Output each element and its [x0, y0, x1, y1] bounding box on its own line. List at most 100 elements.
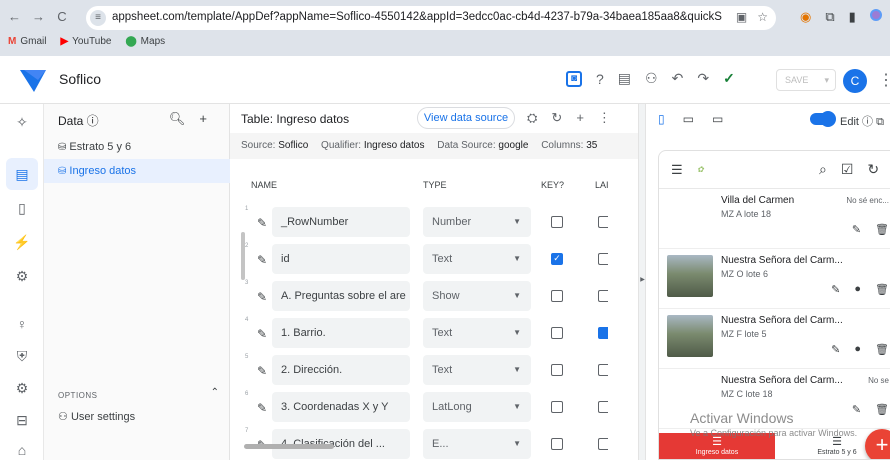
edit-pencil-icon[interactable]: ✎ — [257, 290, 267, 304]
edit-pencil-icon[interactable]: ✎ — [257, 364, 267, 378]
bookmark-maps[interactable]: ⬤ Maps — [125, 36, 165, 47]
delete-icon[interactable]: 🗑︎ — [875, 223, 889, 236]
settings-nav-icon[interactable]: ⚙ — [6, 372, 38, 404]
search-icon[interactable]: 🔍︎ — [169, 111, 186, 127]
column-row[interactable]: 5 ✎ 2. Dirección. Text ▼ — [240, 354, 638, 390]
more-vert-icon[interactable]: ⋮ — [598, 110, 611, 126]
chevron-up-icon[interactable]: ⌃ — [211, 387, 219, 398]
views-nav-icon[interactable]: ▯ — [6, 192, 38, 224]
bookmark-star-icon[interactable]: ☆ — [757, 10, 768, 24]
puzzle-icon[interactable]: ⧉ — [825, 9, 834, 25]
manage-nav-icon[interactable]: ⊟ — [6, 404, 38, 436]
view-data-source-button[interactable]: View data source — [417, 107, 515, 129]
column-type-select[interactable]: Text ▼ — [423, 318, 531, 348]
key-checkbox[interactable] — [551, 327, 563, 339]
edit-icon[interactable]: ✎ — [831, 343, 840, 356]
table-item-ingreso-datos[interactable]: ⛁ Ingreso datos — [44, 159, 230, 183]
extension-icon[interactable]: ◉ — [800, 9, 811, 25]
column-type-select[interactable]: Number ▼ — [423, 207, 531, 237]
key-checkbox[interactable]: ✓ — [551, 253, 563, 265]
edit-icon[interactable]: ✎ — [831, 283, 840, 296]
sidepanel-icon[interactable]: ▮ — [849, 9, 856, 25]
edit-pencil-icon[interactable]: ✎ — [257, 216, 267, 230]
undo-icon[interactable]: ↶ — [672, 70, 684, 87]
open-external-icon[interactable]: ⧉ — [876, 116, 884, 128]
add-icon[interactable]: + — [199, 111, 207, 127]
automation-nav-icon[interactable]: ⚙ — [6, 260, 38, 292]
horizontal-scrollbar[interactable] — [244, 444, 334, 449]
drag-handle[interactable] — [241, 232, 245, 280]
preview-toggle-icon[interactable]: ◙ — [566, 70, 582, 87]
edit-pencil-icon[interactable]: ✎ — [257, 327, 267, 341]
label-checkbox[interactable] — [598, 401, 608, 413]
site-info-icon[interactable]: ≡ — [90, 10, 106, 26]
magic-icon[interactable]: ✧ — [6, 106, 38, 138]
more-menu-icon[interactable]: ⋮ — [878, 70, 890, 90]
back-icon[interactable]: ← — [8, 9, 21, 24]
data-nav-icon[interactable]: ▤ — [6, 158, 38, 190]
column-type-select[interactable]: E... ▼ — [423, 429, 531, 459]
regenerate-icon[interactable]: ↻ — [551, 110, 562, 126]
bookmark-youtube[interactable]: ▶ YouTube — [60, 36, 111, 47]
label-checkbox[interactable] — [598, 253, 608, 265]
security-nav-icon[interactable]: ⛨ — [6, 340, 38, 372]
select-icon[interactable]: ☑ — [841, 161, 854, 178]
column-name-field[interactable]: A. Preguntas sobre el are — [272, 281, 410, 311]
key-checkbox[interactable] — [551, 364, 563, 376]
menu-icon[interactable]: ☰ — [671, 162, 683, 178]
column-name-field[interactable]: id — [272, 244, 410, 274]
column-name-field[interactable]: 1. Barrio. — [272, 318, 410, 348]
search-icon[interactable]: ⌕ — [819, 161, 827, 178]
column-row[interactable]: 4 ✎ 1. Barrio. Text ▼ — [240, 317, 638, 353]
column-type-select[interactable]: Text ▼ — [423, 355, 531, 385]
key-checkbox[interactable] — [551, 290, 563, 302]
column-type-select[interactable]: Text ▼ — [423, 244, 531, 274]
column-row[interactable]: 3 ✎ A. Preguntas sobre el are Show ▼ — [240, 280, 638, 316]
label-checkbox[interactable] — [598, 290, 608, 302]
forward-icon[interactable]: → — [32, 9, 45, 24]
column-name-field[interactable]: 3. Coordenadas X y Y — [272, 392, 410, 422]
list-item[interactable]: Nuestra Señora del Carm... MZ F lote 5 ✎ ● 🗑… — [659, 309, 890, 369]
collapse-arrow-icon[interactable]: ▶ — [639, 276, 646, 283]
delete-icon[interactable]: 🗑︎ — [875, 283, 889, 296]
actions-nav-icon[interactable]: ⚡ — [6, 226, 38, 258]
table-item-estrato[interactable]: ⛁ Estrato 5 y 6 — [44, 135, 230, 159]
desktop-device-icon[interactable]: ▭ — [712, 112, 723, 126]
key-checkbox[interactable] — [551, 438, 563, 450]
translate-icon[interactable]: ▣ — [736, 10, 747, 24]
chevron-down-icon[interactable]: ▾ — [824, 70, 829, 90]
delete-icon[interactable]: 🗑︎ — [875, 403, 889, 416]
intelligence-nav-icon[interactable]: ♀ — [6, 308, 38, 340]
learn-nav-icon[interactable]: ⌂ — [6, 434, 38, 466]
reload-icon[interactable]: C — [56, 9, 68, 24]
label-checkbox[interactable] — [598, 438, 608, 450]
app-title[interactable]: Soflico — [59, 71, 101, 87]
label-checkbox[interactable] — [598, 364, 608, 376]
panel-divider[interactable]: ▶ — [638, 104, 646, 460]
check-icon[interactable]: ✓ — [723, 70, 735, 87]
column-row[interactable]: 6 ✎ 3. Coordenadas X y Y LatLong ▼ — [240, 391, 638, 427]
address-bar[interactable]: ≡ appsheet.com/template/AppDef?appName=S… — [86, 6, 776, 30]
bookmark-gmail[interactable]: M Gmail — [8, 36, 46, 47]
profile-icon[interactable] — [869, 9, 882, 21]
column-name-field[interactable]: 2. Dirección. — [272, 355, 410, 385]
help-icon[interactable]: ? — [596, 71, 604, 87]
add-fab-button[interactable]: + — [865, 429, 890, 459]
avatar[interactable]: C — [843, 69, 867, 93]
table-settings-icon[interactable]: ⛭ — [527, 110, 537, 126]
map-pin-icon[interactable]: ● — [854, 343, 861, 356]
label-checkbox[interactable] — [598, 327, 608, 339]
save-button[interactable]: SAVE ▾ — [776, 69, 836, 91]
label-checkbox[interactable] — [598, 216, 608, 228]
edit-icon[interactable]: ✎ — [852, 223, 861, 236]
share-user-icon[interactable]: ⚇ — [645, 70, 658, 87]
edit-toggle[interactable] — [810, 111, 836, 127]
url-text[interactable]: appsheet.com/template/AppDef?appName=Sof… — [112, 11, 722, 23]
edit-pencil-icon[interactable]: ✎ — [257, 401, 267, 415]
map-pin-icon[interactable]: ● — [854, 283, 861, 296]
column-type-select[interactable]: Show ▼ — [423, 281, 531, 311]
key-checkbox[interactable] — [551, 216, 563, 228]
delete-icon[interactable]: 🗑︎ — [875, 343, 889, 356]
list-item[interactable]: Nuestra Señora del Carm... MZ O lote 6 ✎ ● 🗑… — [659, 249, 890, 309]
user-settings-link[interactable]: ⚇ User settings — [58, 410, 135, 423]
